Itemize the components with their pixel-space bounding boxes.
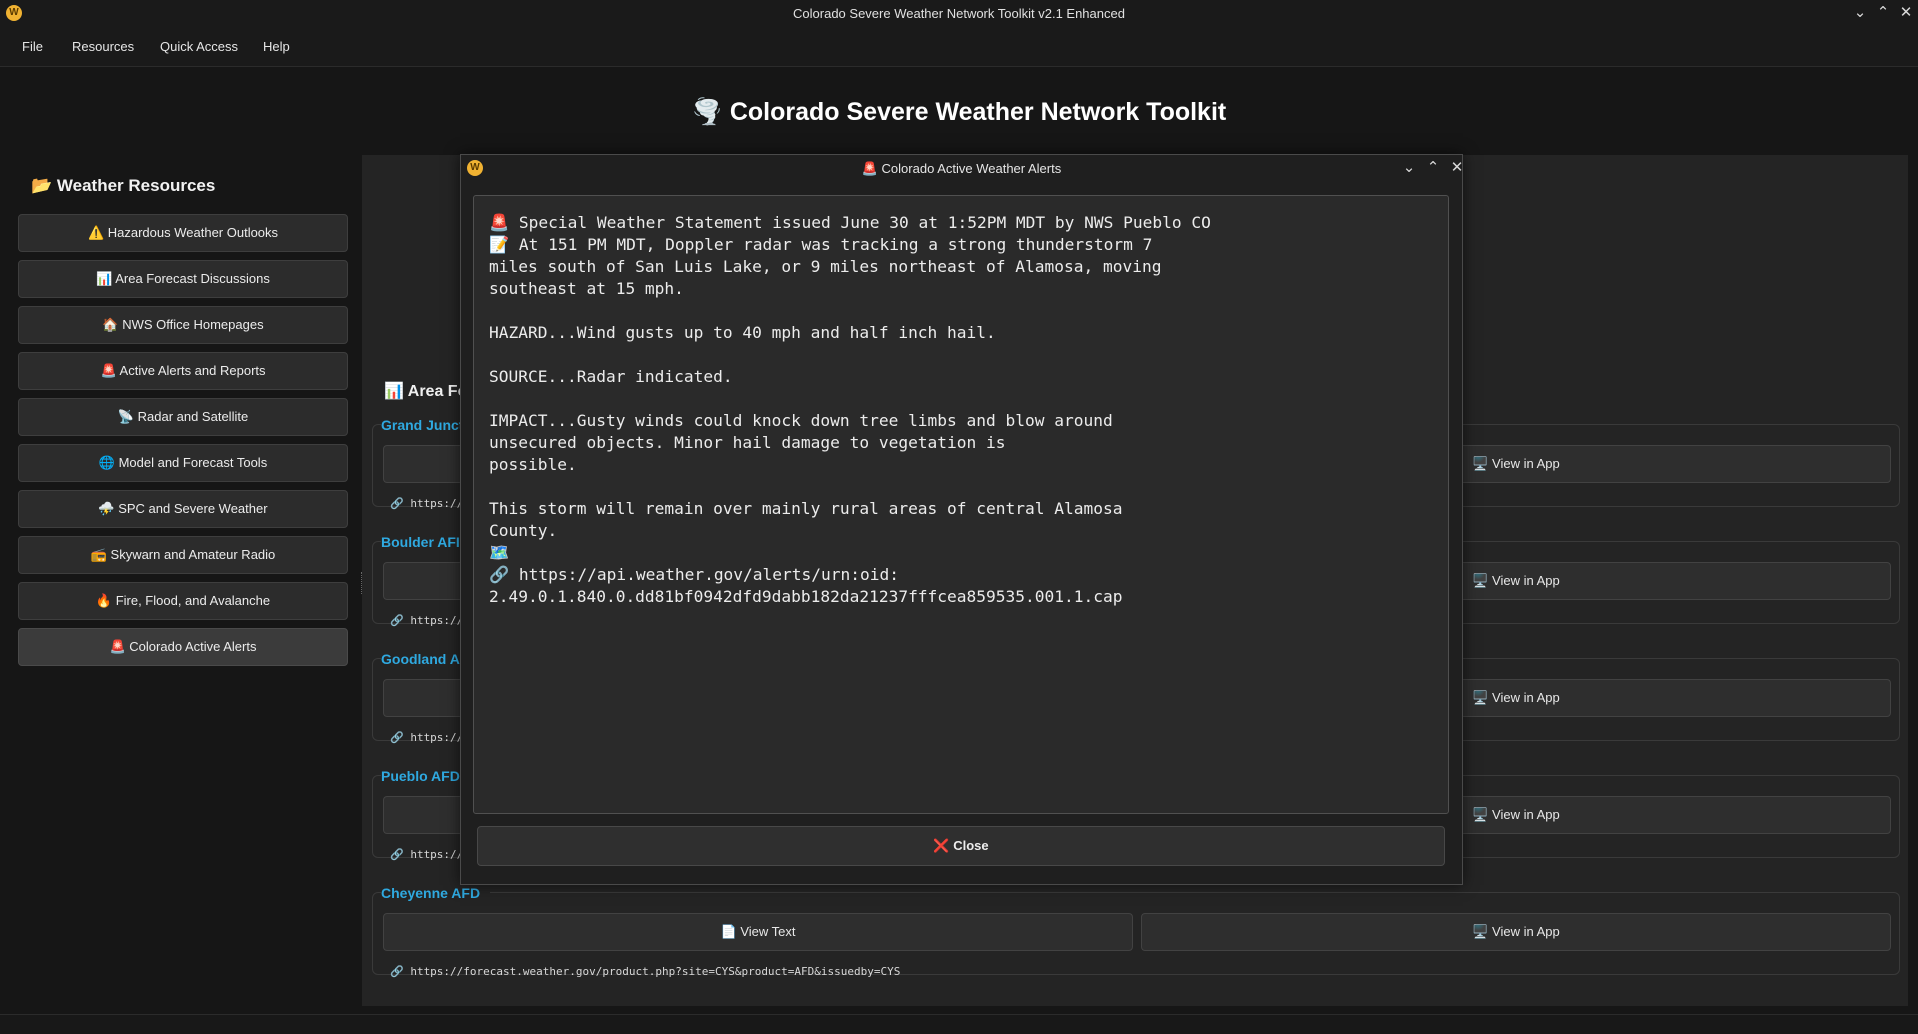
dialog-title: 🚨 Colorado Active Weather Alerts [861, 161, 1062, 176]
dialog-maximize-icon[interactable]: ⌃ [1423, 158, 1443, 178]
close-x-icon: ❌ [933, 838, 950, 853]
view-in-app-button[interactable]: 🖥️ View in App [1141, 913, 1891, 951]
status-bar [0, 1014, 1918, 1034]
sidebar-item-model-and-forecast-tools[interactable]: 🌐 Model and Forecast Tools [18, 444, 348, 482]
sidebar-item-colorado-active-alerts[interactable]: 🚨 Colorado Active Alerts [18, 628, 348, 666]
url-link[interactable]: 🔗 https://forecast.weather.gov/product.p… [390, 965, 900, 978]
close-button[interactable]: ❌ Close [477, 826, 1445, 866]
dialog-minimize-icon[interactable]: ⌄ [1399, 158, 1419, 178]
sidebar-item-spc-and-severe-weather[interactable]: ⛈️ SPC and Severe Weather [18, 490, 348, 528]
sidebar-item-skywarn-and-amateur-radio[interactable]: 📻 Skywarn and Amateur Radio [18, 536, 348, 574]
view-text-button[interactable]: 📄 View Text [383, 913, 1133, 951]
sidebar-item-area-forecast-discussions[interactable]: 📊 Area Forecast Discussions [18, 260, 348, 298]
menu-quick-access[interactable]: Quick Access [160, 39, 238, 54]
group-title: Boulder AFI [381, 534, 470, 550]
sidebar-item-radar-and-satellite[interactable]: 📡 Radar and Satellite [18, 398, 348, 436]
title-bar: W Colorado Severe Weather Network Toolki… [0, 0, 1918, 26]
dialog-close-icon[interactable]: ✕ [1447, 158, 1467, 178]
group-title: Pueblo AFD [381, 768, 470, 784]
sidebar-item-hazardous-weather-outlooks[interactable]: ⚠️ Hazardous Weather Outlooks [18, 214, 348, 252]
close-window-icon[interactable]: ✕ [1896, 3, 1916, 23]
menu-resources[interactable]: Resources [72, 39, 134, 54]
alerts-dialog: W 🚨 Colorado Active Weather Alerts ⌄ ⌃ ✕… [460, 154, 1463, 885]
page-title: 🌪️ Colorado Severe Weather Network Toolk… [691, 98, 1227, 126]
sidebar-item-nws-office-homepages[interactable]: 🏠 NWS Office Homepages [18, 306, 348, 344]
url-link[interactable]: 🔗 https:// [390, 614, 463, 627]
menu-help[interactable]: Help [263, 39, 290, 54]
menu-bar: File Resources Quick Access Help [0, 26, 1918, 67]
sidebar-item-active-alerts-and-reports[interactable]: 🚨 Active Alerts and Reports [18, 352, 348, 390]
sidebar-heading: 📂 Weather Resources [31, 176, 216, 195]
url-link[interactable]: 🔗 https:// [390, 497, 463, 510]
maximize-icon[interactable]: ⌃ [1873, 3, 1893, 23]
url-link[interactable]: 🔗 https:// [390, 731, 463, 744]
section-heading: 📊 Area Fo [384, 383, 468, 400]
menu-file[interactable]: File [22, 39, 43, 54]
minimize-icon[interactable]: ⌄ [1850, 3, 1870, 23]
group-title: Cheyenne AFD [381, 885, 491, 901]
url-link[interactable]: 🔗 https:// [390, 848, 463, 861]
group-title: Goodland A [381, 651, 470, 667]
sidebar-item-fire-flood-avalanche[interactable]: 🔥 Fire, Flood, and Avalanche [18, 582, 348, 620]
window-title: Colorado Severe Weather Network Toolkit … [793, 6, 1125, 21]
close-button-label: Close [953, 838, 989, 853]
alert-text-area[interactable]: 🚨 Special Weather Statement issued June … [473, 195, 1449, 814]
alert-text: 🚨 Special Weather Statement issued June … [489, 213, 1211, 606]
